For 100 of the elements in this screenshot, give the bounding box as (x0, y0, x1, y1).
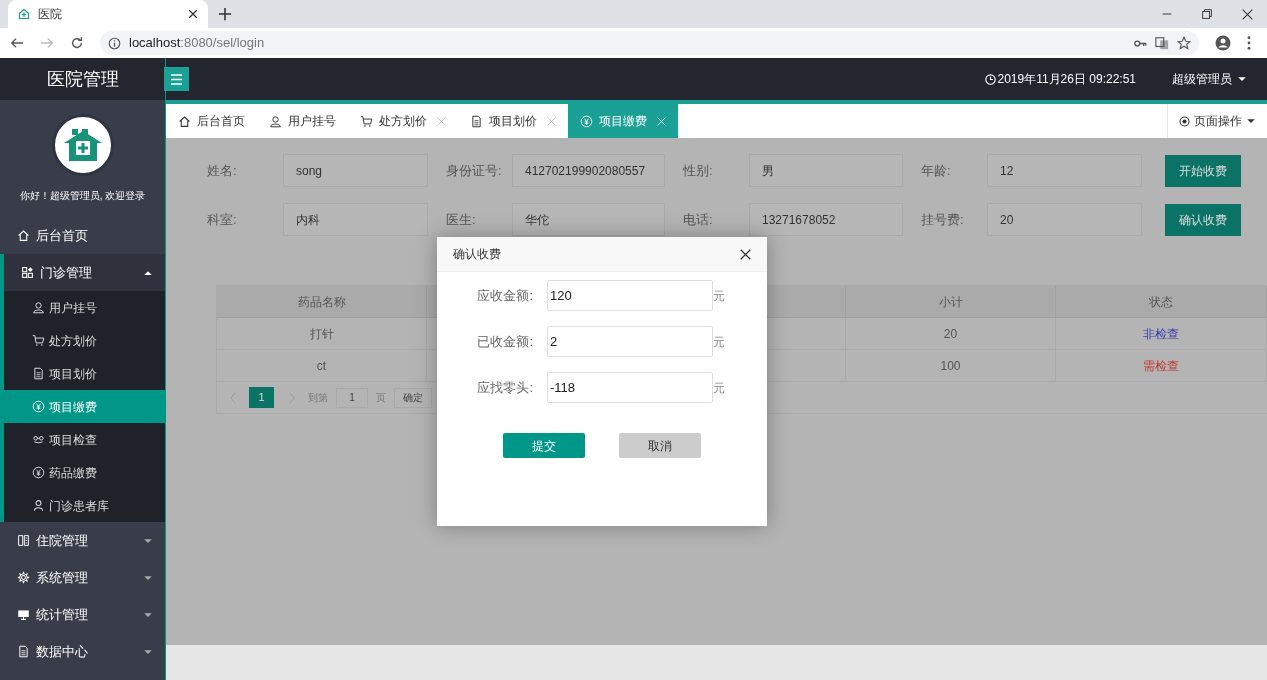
field-label: 性别: (683, 161, 714, 180)
menu-item-icon (17, 608, 30, 621)
app-title: 医院管理 (46, 67, 119, 91)
unit-label: 元 (713, 333, 725, 351)
datetime-text: 2019年11月26日 09:22:51 (997, 71, 1136, 88)
menu-item-icon (32, 334, 45, 347)
sidebar-menu-item[interactable]: 后台首页 (0, 217, 165, 254)
new-tab-button[interactable] (218, 7, 232, 21)
menu-item-icon (17, 229, 30, 242)
unit-label: 元 (713, 287, 725, 305)
menu-item-icon (32, 301, 45, 314)
table-cell: 100 (846, 350, 1056, 382)
menu-item-icon (17, 534, 30, 547)
tab-icon (360, 114, 373, 128)
menu-item-icon (21, 266, 34, 279)
account-icon (1215, 35, 1231, 51)
column-header: 状态 (1056, 286, 1267, 318)
sidebar-menu-item[interactable]: 门诊管理 (0, 254, 165, 291)
reload-button[interactable] (70, 36, 84, 50)
sidebar-submenu-item[interactable]: 门诊患者库 (4, 489, 165, 522)
text-field[interactable]: 2 (547, 326, 713, 357)
text-field[interactable]: 华佗 (512, 203, 665, 236)
user-menu[interactable]: 超级管理员 (1172, 70, 1247, 88)
more-menu-button[interactable] (1247, 36, 1251, 50)
field-label: 已收金额: (476, 332, 534, 351)
submit-button[interactable]: 提交 (503, 433, 585, 458)
sidebar-submenu-item[interactable]: 处方划价 (4, 324, 165, 357)
menu-item-icon (32, 367, 45, 380)
menu-item-icon (32, 433, 45, 446)
text-field[interactable]: 412702199902080557 (512, 154, 665, 187)
dialog-title: 确认收费 (453, 246, 502, 263)
unit-label: 元 (713, 379, 725, 397)
radio-dot-icon (1179, 115, 1190, 127)
menu-item-icon (32, 400, 45, 413)
menu-toggle-button[interactable] (164, 67, 189, 91)
page-tab[interactable]: 处方划价 (348, 104, 458, 138)
action-button[interactable]: 确认收费 (1165, 203, 1241, 236)
page-tab[interactable]: 后台首页 (166, 104, 257, 138)
field-label: 医生: (446, 210, 477, 229)
text-field[interactable]: 内科 (283, 203, 428, 236)
tab-close-icon[interactable] (188, 9, 198, 19)
hospital-favicon-icon (18, 8, 30, 20)
translate-icon (1155, 36, 1169, 50)
text-field[interactable]: song (283, 154, 428, 187)
field-label: 身份证号: (446, 161, 503, 180)
status-cell: 需检查 (1056, 350, 1267, 382)
page-tab[interactable]: 项目划价 (458, 104, 568, 138)
table-cell: ct (217, 350, 427, 382)
action-button[interactable]: 开始收费 (1165, 154, 1241, 187)
page-number-button[interactable]: 1 (249, 387, 274, 408)
info-icon (108, 36, 121, 50)
text-field[interactable]: 20 (987, 203, 1142, 236)
text-field[interactable]: 12 (987, 154, 1142, 187)
sidebar-submenu-item[interactable]: 项目检查 (4, 423, 165, 456)
address-bar[interactable]: localhost:8080/sel/login (100, 31, 1199, 55)
sidebar-menu-item[interactable]: 数据中心 (0, 633, 165, 670)
field-label: 应收金额: (476, 286, 534, 305)
tab-icon (580, 114, 593, 128)
sidebar-menu-item[interactable]: 住院管理 (0, 522, 165, 559)
column-header: 药品名称 (217, 286, 427, 318)
star-icon (1177, 36, 1191, 50)
text-field[interactable]: 13271678052 (749, 203, 903, 236)
field-label: 应找零头: (476, 378, 534, 397)
menu-icon (170, 73, 183, 85)
sidebar-menu-item[interactable]: 系统管理 (0, 559, 165, 596)
page-input-field[interactable]: 1 (336, 387, 368, 408)
sidebar-submenu-item[interactable]: 用户挂号 (4, 291, 165, 324)
back-button[interactable] (10, 36, 24, 50)
go-to-page-button[interactable]: 确定 (394, 387, 432, 408)
status-cell: 非检查 (1056, 318, 1267, 350)
browser-tab[interactable]: 医院 (8, 0, 208, 28)
text-field[interactable]: 男 (749, 154, 903, 187)
page-unit-label: 页 (376, 391, 386, 405)
clock-icon (985, 73, 997, 85)
table-cell: 20 (846, 318, 1056, 350)
field-label: 科室: (207, 210, 238, 229)
menu-item-icon (17, 571, 30, 584)
page-tab[interactable]: 用户挂号 (257, 104, 348, 138)
close-window-button[interactable] (1242, 8, 1253, 20)
table-cell: 打针 (217, 318, 427, 350)
url-text: localhost:8080/sel/login (129, 34, 266, 53)
menu-item-icon (32, 499, 45, 512)
field-label: 电话: (683, 210, 714, 229)
cancel-button[interactable]: 取消 (619, 433, 701, 458)
sidebar-submenu-item[interactable]: 项目划价 (4, 357, 165, 390)
sidebar-submenu-item[interactable]: 药品缴费 (4, 456, 165, 489)
browser-tab-title: 医院 (38, 6, 63, 23)
column-header: 小计 (846, 286, 1056, 318)
menu-item-icon (17, 645, 30, 658)
menu-item-icon (32, 466, 45, 479)
tab-icon (269, 114, 282, 128)
close-dialog-button[interactable] (740, 248, 751, 260)
text-field[interactable]: -118 (547, 372, 713, 403)
tab-icon (470, 114, 483, 128)
welcome-text: 你好！超级管理员, 欢迎登录 (18, 189, 147, 203)
field-label: 年龄: (921, 161, 952, 180)
restore-button[interactable] (1202, 9, 1212, 19)
field-label: 姓名: (207, 161, 238, 180)
sidebar-menu-item[interactable]: 统计管理 (0, 596, 165, 633)
text-field[interactable]: 120 (547, 280, 713, 311)
